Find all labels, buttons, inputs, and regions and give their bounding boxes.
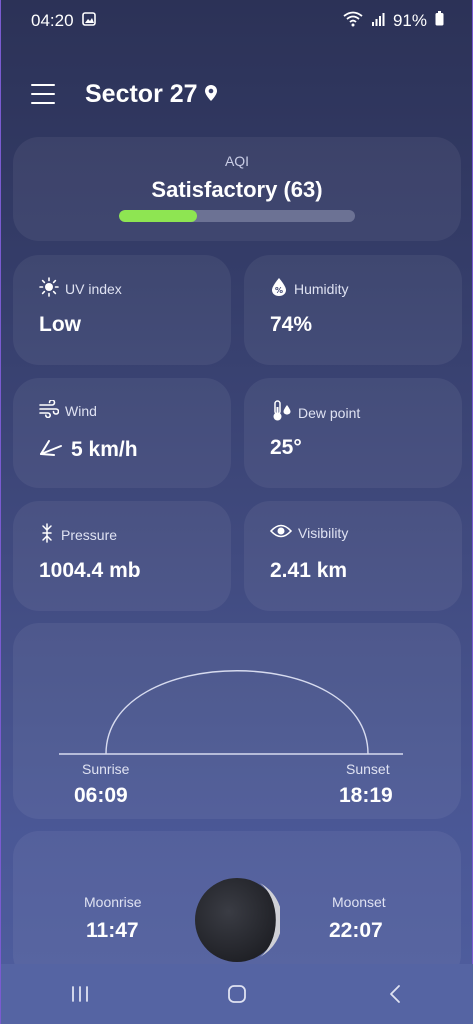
sunrise-time: 06:09 bbox=[74, 784, 128, 807]
humidity-drop-icon: % bbox=[270, 277, 288, 300]
pressure-icon bbox=[39, 523, 55, 546]
home-button[interactable] bbox=[217, 974, 257, 1014]
back-icon bbox=[390, 985, 401, 1003]
battery-icon bbox=[435, 11, 444, 31]
menu-icon-line bbox=[31, 102, 55, 104]
status-time: 04:20 bbox=[31, 11, 74, 30]
uv-index-card[interactable]: UV index Low bbox=[13, 255, 231, 365]
humidity-value: 74% bbox=[270, 313, 313, 336]
moonset-label: Moonset bbox=[332, 894, 386, 910]
dew-point-value: 25° bbox=[270, 436, 302, 459]
gallery-notification-icon bbox=[81, 11, 96, 31]
location-title-wrap[interactable]: Sector 27 bbox=[85, 80, 218, 109]
sun-arc bbox=[105, 670, 369, 755]
moonset-time: 22:07 bbox=[329, 919, 383, 942]
menu-icon-line bbox=[31, 84, 55, 86]
wifi-icon bbox=[343, 11, 363, 32]
recent-apps-button[interactable] bbox=[60, 974, 100, 1014]
moonrise-label: Moonrise bbox=[84, 894, 142, 910]
sunset-label: Sunset bbox=[346, 761, 390, 777]
humidity-label: Humidity bbox=[294, 280, 349, 297]
pressure-value: 1004.4 mb bbox=[39, 559, 141, 582]
pressure-label: Pressure bbox=[61, 526, 118, 543]
moon-phase-icon bbox=[194, 877, 283, 967]
sun-icon bbox=[39, 277, 59, 300]
home-icon bbox=[228, 985, 247, 1003]
uv-index-value: Low bbox=[39, 313, 81, 336]
aqi-label: AQI bbox=[224, 153, 250, 169]
dew-point-card[interactable]: Dew point 25° bbox=[244, 378, 462, 488]
sunset-time: 18:19 bbox=[339, 784, 393, 807]
wind-direction-arrow-icon bbox=[39, 436, 63, 464]
aqi-progress-fill bbox=[119, 210, 197, 222]
humidity-card[interactable]: % Humidity 74% bbox=[244, 255, 462, 365]
pressure-card[interactable]: Pressure 1004.4 mb bbox=[13, 501, 231, 611]
thermometer-drop-icon bbox=[270, 400, 292, 425]
signal-icon bbox=[371, 11, 385, 31]
wind-value: 5 km/h bbox=[71, 438, 138, 461]
menu-icon-line bbox=[31, 93, 55, 95]
wind-label: Wind bbox=[65, 402, 97, 419]
moon-card[interactable]: Moonrise 11:47 Moonset 22:07 bbox=[13, 831, 461, 981]
visibility-label: Visibility bbox=[298, 524, 349, 541]
moonrise-time: 11:47 bbox=[86, 919, 139, 942]
eye-icon bbox=[269, 523, 293, 542]
svg-text:%: % bbox=[275, 286, 283, 295]
uv-index-label: UV index bbox=[65, 280, 122, 297]
visibility-value: 2.41 km bbox=[270, 559, 348, 582]
wind-icon bbox=[39, 399, 60, 421]
app-header: Sector 27 bbox=[1, 72, 473, 122]
sunrise-label: Sunrise bbox=[82, 761, 130, 777]
recent-apps-icon bbox=[71, 986, 88, 1002]
sun-card[interactable]: Sunrise 06:09 Sunset 18:19 bbox=[13, 623, 461, 819]
visibility-card[interactable]: Visibility 2.41 km bbox=[244, 501, 462, 611]
back-button[interactable] bbox=[375, 974, 415, 1014]
status-bar: 04:20 91% bbox=[1, 0, 473, 42]
location-pin-icon bbox=[204, 84, 218, 106]
aqi-progress-bar bbox=[119, 210, 355, 222]
aqi-value: Satisfactory (63) bbox=[151, 177, 323, 202]
page-title: Sector 27 bbox=[85, 80, 198, 108]
system-nav-bar bbox=[1, 964, 473, 1024]
battery-percent: 91% bbox=[392, 11, 427, 30]
dew-point-label: Dew point bbox=[298, 404, 361, 421]
menu-button[interactable] bbox=[31, 84, 55, 106]
aqi-card[interactable]: AQI Satisfactory (63) bbox=[13, 137, 461, 241]
wind-card[interactable]: Wind 5 km/h bbox=[13, 378, 231, 488]
